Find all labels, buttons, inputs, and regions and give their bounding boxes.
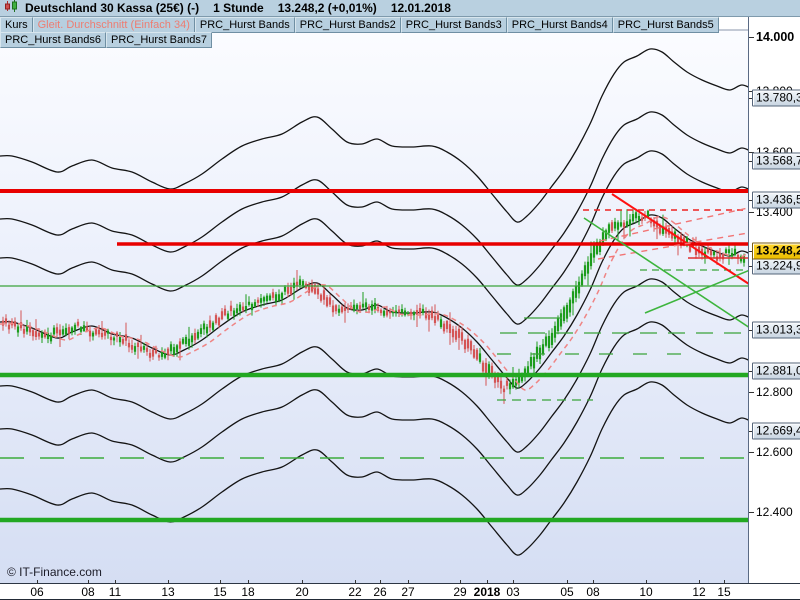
x-axis-tick-label: 06: [30, 585, 44, 599]
y-axis-tick-label: 12.800: [756, 385, 793, 399]
band-value-label: 13.224,9: [752, 257, 800, 275]
x-tick-mark: [168, 580, 169, 584]
x-axis-tick-label: 11: [108, 585, 122, 599]
quote-date: 12.01.2018: [390, 1, 451, 15]
x-tick-mark: [408, 580, 409, 584]
x-tick-mark: [724, 580, 725, 584]
x-tick-mark: [355, 580, 356, 584]
x-tick-mark: [513, 580, 514, 584]
last-price-change: 13.248,2 (+0,01%): [277, 1, 377, 15]
tab-gleit-durchschnitt[interactable]: Gleit. Durchschnitt (Einfach 34): [32, 17, 195, 33]
x-axis-tick-label: 15: [717, 585, 731, 599]
y-tick-mark: [749, 452, 754, 453]
x-axis-tick-label: 08: [586, 585, 600, 599]
x-tick-mark: [220, 580, 221, 584]
x-tick-mark: [699, 580, 700, 584]
x-axis-tick-label: 18: [241, 585, 255, 599]
tab-prc-hurst-bands2[interactable]: PRC_Hurst Bands2: [294, 17, 401, 33]
band-value-label: 13.013,3: [752, 321, 800, 339]
x-axis-tick-label: 05: [560, 585, 574, 599]
watermark-copyright: © IT-Finance.com: [7, 565, 102, 579]
x-tick-mark: [593, 580, 594, 584]
tab-prc-hurst-bands4[interactable]: PRC_Hurst Bands4: [506, 17, 613, 33]
tab-kurs[interactable]: Kurs: [0, 17, 33, 33]
x-axis-tick-label: 2018: [473, 585, 501, 599]
tab-prc-hurst-bands6[interactable]: PRC_Hurst Bands6: [0, 32, 106, 48]
x-axis-tick-label: 15: [213, 585, 227, 599]
x-tick-mark: [115, 580, 116, 584]
x-axis-tick-label: 26: [373, 585, 387, 599]
x-tick-mark: [248, 580, 249, 584]
tab-prc-hurst-bands[interactable]: PRC_Hurst Bands: [194, 17, 295, 33]
tab-prc-hurst-bands3[interactable]: PRC_Hurst Bands3: [400, 17, 507, 33]
y-tick-mark: [749, 392, 754, 393]
price-axis[interactable]: 14.00013.80013.60013.40012.80012.60012.4…: [748, 16, 800, 583]
instrument-title[interactable]: Deutschland 30 Kassa (25€) (-): [25, 1, 199, 15]
title-bar: Deutschland 30 Kassa (25€) (-) 1 Stunde …: [0, 0, 800, 17]
trend-line: [644, 269, 748, 314]
x-axis-tick-label: 13: [161, 585, 175, 599]
x-tick-mark: [88, 580, 89, 584]
x-axis-tick-label: 22: [348, 585, 362, 599]
x-axis-tick-label: 29: [453, 585, 467, 599]
y-tick-mark: [749, 512, 754, 513]
band-value-label: 12.669,4: [752, 422, 800, 440]
tab-prc-hurst-bands5[interactable]: PRC_Hurst Bands5: [612, 17, 719, 33]
x-axis-tick-label: 20: [295, 585, 309, 599]
x-tick-mark: [460, 580, 461, 584]
band-value-label: 13.568,7: [752, 152, 800, 170]
candlestick-icon: [4, 0, 19, 17]
trend-line: [611, 193, 748, 285]
y-axis-tick-label: 12.600: [756, 445, 793, 459]
x-axis-tick-label: 03: [506, 585, 520, 599]
x-axis-tick-label: 27: [401, 585, 415, 599]
band-value-label: 13.436,5: [752, 191, 800, 209]
x-tick-mark: [567, 580, 568, 584]
x-tick-mark: [646, 580, 647, 584]
x-tick-mark: [37, 580, 38, 584]
timeframe-label[interactable]: 1 Stunde: [213, 1, 264, 15]
indicator-tabs-row-1: Kurs Gleit. Durchschnitt (Einfach 34) PR…: [0, 17, 719, 33]
y-axis-tick-label: 14.000: [756, 30, 795, 44]
band-value-label: 12.881,0: [752, 362, 800, 380]
y-axis-tick-label: 12.400: [756, 505, 793, 519]
x-tick-mark: [487, 580, 488, 584]
date-axis[interactable]: 06 08 11 13 15 18 20 22 26 27 29 2018 03 05 08 10 12 15: [0, 580, 800, 600]
x-axis-tick-label: 08: [81, 585, 95, 599]
band-value-label: 13.780,3: [752, 89, 800, 107]
x-axis-tick-label: 12: [692, 585, 706, 599]
last-price-label: 13.248,2: [752, 242, 800, 260]
x-axis-tick-label: 10: [639, 585, 653, 599]
y-tick-mark: [749, 212, 754, 213]
tab-prc-hurst-bands7[interactable]: PRC_Hurst Bands7: [106, 32, 212, 48]
x-tick-mark: [302, 580, 303, 584]
charting-app-window: Deutschland 30 Kassa (25€) (-) 1 Stunde …: [0, 0, 800, 600]
indicator-tabs-row-2: PRC_Hurst Bands6 PRC_Hurst Bands7: [0, 32, 212, 48]
price-chart: [0, 29, 748, 556]
y-tick-mark: [749, 37, 754, 38]
x-tick-mark: [380, 580, 381, 584]
